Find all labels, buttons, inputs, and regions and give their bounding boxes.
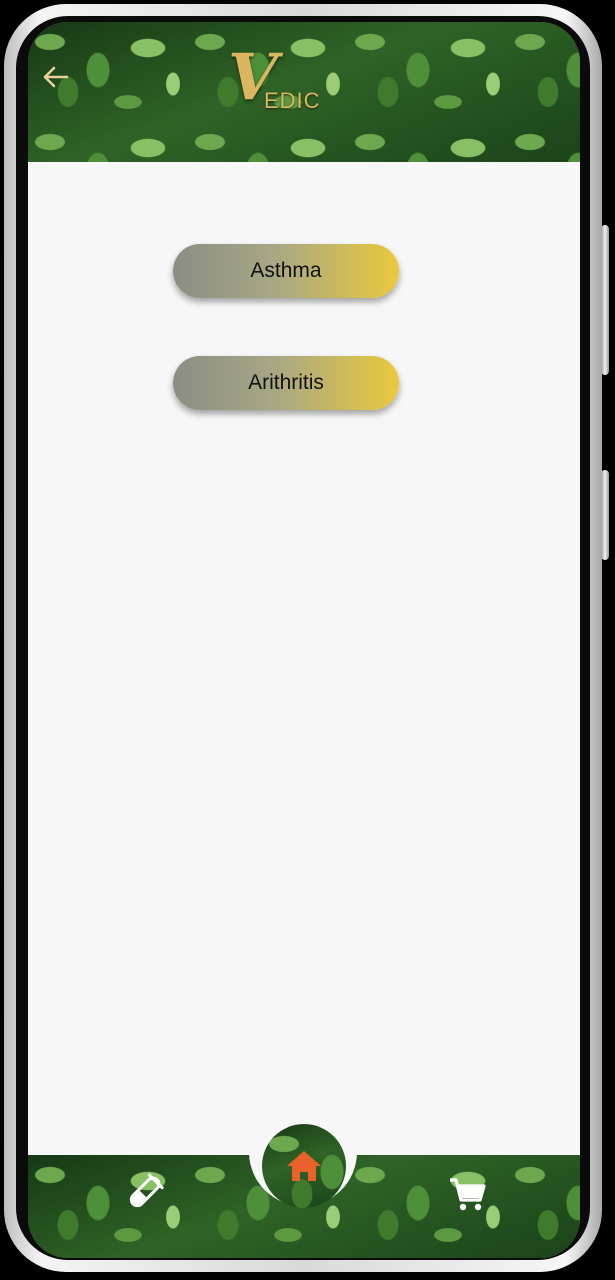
- disease-button-arithritis[interactable]: Arithritis: [173, 356, 399, 410]
- home-button[interactable]: [262, 1124, 346, 1208]
- app-header: V EDIC: [28, 22, 580, 162]
- disease-list: Asthma Arithritis: [28, 162, 580, 1152]
- app-screen: V EDIC Asthma Arithritis: [28, 22, 580, 1258]
- arrow-left-icon[interactable]: [40, 62, 70, 92]
- cart-icon[interactable]: [448, 1175, 488, 1219]
- volume-button: [601, 225, 609, 375]
- home-icon: [287, 1151, 321, 1181]
- power-button: [601, 470, 609, 560]
- vedic-logo: V EDIC: [228, 40, 348, 118]
- logo-text: EDIC: [264, 88, 321, 113]
- test-tube-icon[interactable]: [120, 1172, 166, 1220]
- disease-button-asthma[interactable]: Asthma: [173, 244, 399, 298]
